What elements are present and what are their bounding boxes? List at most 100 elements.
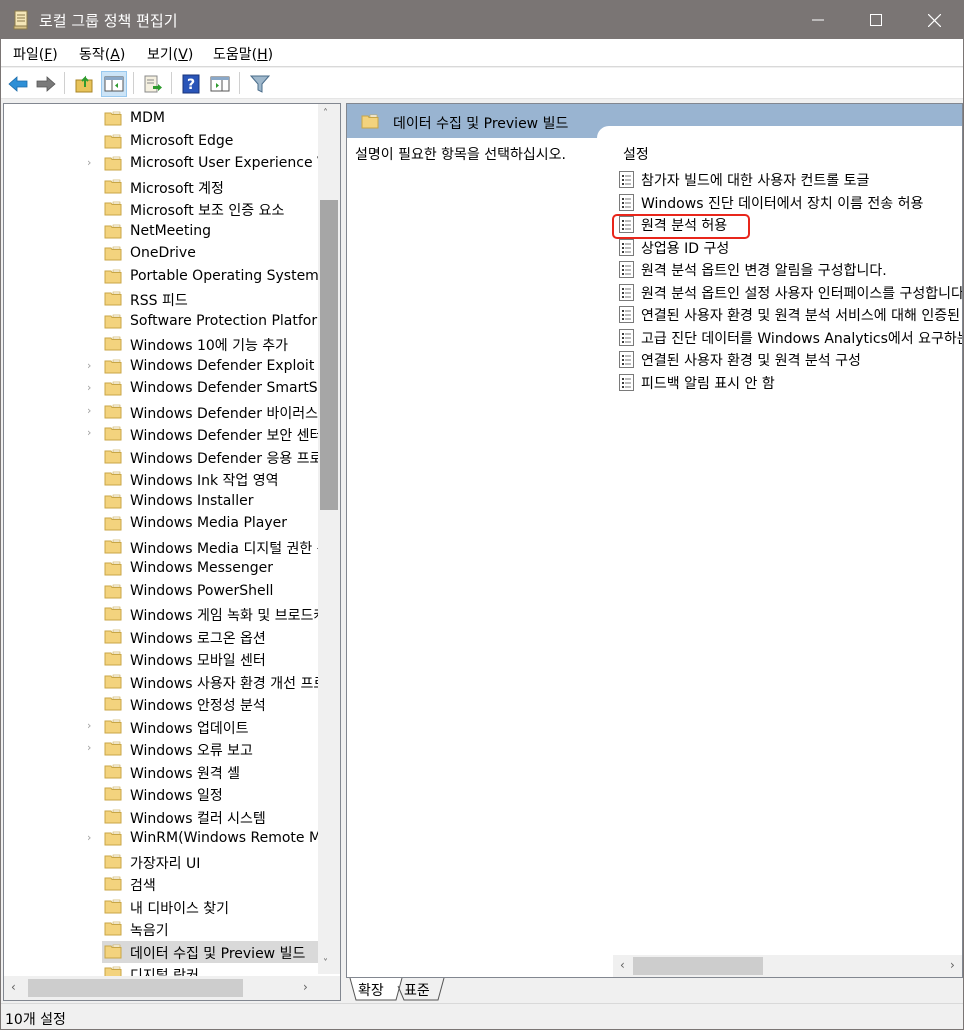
minimize-button[interactable]	[789, 1, 847, 39]
tree-horizontal-scrollbar[interactable]: ‹ ›	[4, 976, 318, 1000]
tree-item[interactable]: › Windows Defender Exploit Guard	[4, 356, 320, 378]
expand-chevron-icon[interactable]: ›	[87, 381, 91, 394]
scroll-up-icon[interactable]: ˄	[323, 108, 328, 119]
forward-button[interactable]	[33, 71, 59, 97]
expand-chevron-icon[interactable]: ›	[87, 741, 91, 754]
back-button[interactable]	[5, 71, 31, 97]
folder-up-icon	[75, 75, 93, 93]
tree-item[interactable]: Windows Defender 응용 프로그램 가드	[4, 446, 320, 468]
details-header-title: 데이터 수집 및 Preview 빌드	[393, 116, 569, 132]
tree-item[interactable]: Windows PowerShell	[4, 581, 320, 603]
tree-item[interactable]: › Windows Defender 바이러스 백신	[4, 401, 320, 423]
show-hide-tree-button[interactable]	[101, 71, 127, 97]
tree-item[interactable]: Windows Messenger	[4, 558, 320, 580]
tree-item[interactable]: 가장자리 UI	[4, 851, 320, 873]
menu-action[interactable]: 동작(A)	[79, 44, 125, 64]
menu-help-accesskey: H	[257, 47, 268, 63]
scroll-right-icon[interactable]: ›	[303, 980, 308, 994]
settings-column-header[interactable]: 설정	[623, 144, 649, 164]
tree-item-label: Windows Defender 보안 센터	[130, 428, 320, 444]
tree-item[interactable]: Windows Media Player	[4, 513, 320, 535]
policy-setting-label: 원격 분석 옵트인 변경 알림을 구성합니다.	[641, 263, 887, 279]
tree-item-label: Windows 원격 셸	[130, 765, 241, 782]
tree-item[interactable]: › Microsoft User Experience Virtualizatio…	[4, 153, 320, 175]
console-tree-icon	[104, 76, 124, 92]
tree-item[interactable]: 검색	[4, 873, 320, 895]
folder-icon	[104, 854, 122, 869]
scrollbar-thumb[interactable]	[320, 200, 338, 510]
expand-chevron-icon[interactable]: ›	[87, 831, 91, 844]
tree-item[interactable]: Windows 일정	[4, 783, 320, 805]
tree-vertical-scrollbar[interactable]: ˄ ˅	[318, 104, 340, 974]
folder-icon	[104, 201, 122, 216]
policy-setting-label: 참가자 빌드에 대한 사용자 컨트롤 토글	[641, 173, 870, 189]
expand-chevron-icon[interactable]: ›	[87, 719, 91, 732]
tree-item[interactable]: Software Protection Platform	[4, 311, 320, 333]
tree-item-label: Microsoft Edge	[130, 132, 234, 149]
scrollbar-thumb[interactable]	[28, 979, 243, 997]
close-button[interactable]	[905, 1, 963, 39]
tree-item[interactable]: Windows Ink 작업 영역	[4, 468, 320, 490]
menu-help[interactable]: 도움말(H)	[213, 44, 273, 64]
folder-icon	[104, 269, 122, 284]
tree-item[interactable]: › Windows 업데이트	[4, 716, 320, 738]
folder-icon	[104, 134, 122, 149]
expand-chevron-icon[interactable]: ›	[87, 359, 91, 372]
show-hide-action-pane-button[interactable]	[207, 71, 233, 97]
tree-item[interactable]: 녹음기	[4, 918, 320, 940]
folder-icon	[104, 651, 122, 666]
tree-item[interactable]: RSS 피드	[4, 288, 320, 310]
up-one-level-button[interactable]	[72, 71, 98, 97]
tree-item[interactable]: Microsoft 계정	[4, 176, 320, 198]
tree-item[interactable]: Windows 10에 기능 추가	[4, 333, 320, 355]
maximize-button[interactable]	[847, 1, 905, 39]
tree-item[interactable]: NetMeeting	[4, 221, 320, 243]
toolbar-separator	[133, 72, 134, 94]
tab-standard[interactable]: 표준	[404, 978, 430, 1001]
tree-item[interactable]: Windows 게임 녹화 및 브로드캐스트	[4, 603, 320, 625]
tab-extended[interactable]: 확장	[358, 978, 384, 1001]
scroll-down-icon[interactable]: ˅	[323, 958, 328, 969]
expand-chevron-icon[interactable]: ›	[87, 156, 91, 169]
tree-item[interactable]: MDM	[4, 108, 320, 130]
expand-chevron-icon[interactable]: ›	[87, 426, 91, 439]
policy-setting-icon	[619, 261, 634, 278]
back-arrow-icon	[8, 76, 28, 92]
toolbar-separator	[239, 72, 240, 94]
tree-item[interactable]: Microsoft 보조 인증 요소	[4, 198, 320, 220]
tree-item[interactable]: 내 디바이스 찾기	[4, 896, 320, 918]
help-button[interactable]: ?	[178, 71, 204, 97]
tree-item[interactable]: Windows 안정성 분석	[4, 693, 320, 715]
tree-item[interactable]: › Windows 오류 보고	[4, 738, 320, 760]
menu-view[interactable]: 보기(V)	[147, 44, 193, 64]
tree-item[interactable]: › WinRM(Windows Remote Management)	[4, 828, 320, 850]
tree-item[interactable]: Windows 사용자 환경 개선 프로그램	[4, 671, 320, 693]
tree-item[interactable]: › Windows Defender 보안 센터	[4, 423, 320, 445]
tree-item[interactable]: › Windows Defender SmartScreen	[4, 378, 320, 400]
tree-item-label: Windows 업데이트	[130, 720, 249, 737]
tree-item[interactable]: Windows 모바일 센터	[4, 648, 320, 670]
tree-item[interactable]: Windows Media 디지털 권한 관리	[4, 536, 320, 558]
tree-item[interactable]: Windows 원격 셸	[4, 761, 320, 783]
filter-button[interactable]	[247, 71, 273, 97]
tree-item[interactable]: Microsoft Edge	[4, 131, 320, 153]
scrollbar-corner	[318, 976, 340, 1000]
details-horizontal-scrollbar[interactable]: ‹ ›	[613, 955, 962, 977]
tree-item[interactable]: Portable Operating System	[4, 266, 320, 288]
tree-item[interactable]: Windows 컬러 시스템	[4, 806, 320, 828]
scroll-left-icon[interactable]: ‹	[11, 980, 16, 994]
tree-item[interactable]: Windows 로그온 옵션	[4, 626, 320, 648]
scroll-right-icon[interactable]: ›	[950, 958, 955, 972]
tree-item[interactable]: Windows Installer	[4, 491, 320, 513]
help-icon: ?	[182, 74, 200, 94]
scroll-left-icon[interactable]: ‹	[620, 958, 625, 972]
menu-file[interactable]: 파일(F)	[13, 44, 58, 64]
scrollbar-thumb[interactable]	[633, 957, 763, 975]
policy-setting-label: 원격 분석 옵트인 설정 사용자 인터페이스를 구성합니다.	[641, 285, 963, 302]
folder-icon	[104, 336, 122, 351]
expand-chevron-icon[interactable]: ›	[87, 404, 91, 417]
tree-item[interactable]: OneDrive	[4, 243, 320, 265]
export-list-button[interactable]	[140, 71, 166, 97]
tree-item-label: Windows Installer	[130, 492, 254, 509]
tree-item[interactable]: 데이터 수집 및 Preview 빌드	[4, 940, 320, 963]
